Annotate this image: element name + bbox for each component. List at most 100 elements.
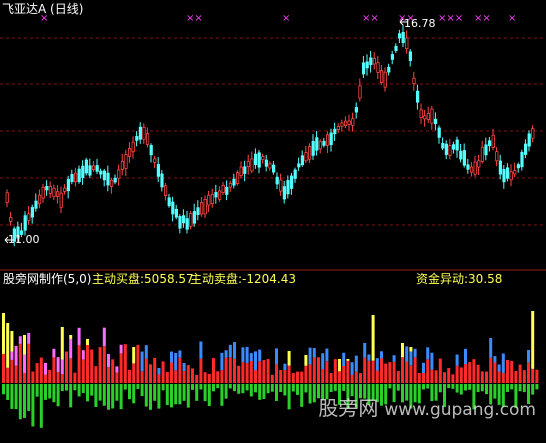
buy-bar — [283, 369, 287, 383]
candle-body — [351, 118, 355, 126]
sell-bar — [237, 384, 241, 394]
sell-bar — [300, 384, 304, 407]
candle-body — [441, 143, 445, 149]
buy-bar — [94, 366, 98, 383]
candle-body — [279, 179, 283, 192]
candle-body — [444, 143, 449, 155]
buy-bar — [6, 367, 10, 383]
sell-bar — [270, 384, 274, 392]
flow-bar — [199, 341, 203, 359]
buy-bar — [455, 365, 459, 383]
buy-bar — [39, 357, 43, 383]
candle-body — [531, 128, 535, 139]
candle-body — [336, 125, 341, 130]
buy-bar — [417, 373, 421, 383]
sell-bar — [27, 384, 31, 411]
candle-body — [145, 133, 150, 145]
sell-bar — [228, 384, 232, 389]
buy-bar — [329, 373, 333, 383]
candle-body — [110, 179, 114, 187]
candle-body — [153, 158, 157, 163]
candle-body — [379, 70, 384, 83]
buy-bar — [18, 343, 22, 383]
sell-bar — [447, 384, 451, 389]
buy-bar — [413, 357, 417, 383]
buy-bar — [338, 371, 341, 383]
candle-body — [329, 132, 333, 146]
buy-bar — [149, 364, 152, 383]
sell-bar — [90, 384, 94, 396]
candle-body — [5, 192, 9, 203]
buy-bar — [174, 370, 178, 383]
buy-bar — [317, 357, 320, 383]
sell-bar — [56, 384, 60, 407]
flow-bar — [258, 349, 262, 362]
candle-body — [149, 145, 153, 156]
buy-bar — [212, 358, 215, 383]
buy-bar — [430, 369, 434, 383]
sell-bar — [86, 384, 89, 402]
flow-bar — [178, 350, 182, 358]
buy-bar — [161, 361, 165, 383]
candle-body — [127, 147, 132, 157]
flow-bar — [119, 344, 123, 354]
buy-bar — [350, 374, 354, 383]
flow-bar — [455, 354, 459, 366]
buy-bar — [27, 343, 31, 383]
candle-body — [502, 169, 506, 183]
sell-bar — [451, 384, 455, 389]
candle-body — [282, 186, 287, 200]
candle-body — [189, 213, 193, 227]
buy-bar — [531, 368, 535, 383]
anomaly-bar — [287, 351, 291, 366]
candle-body — [365, 61, 369, 69]
sell-bar — [149, 384, 152, 410]
candle-body — [84, 159, 88, 174]
sell-bar — [98, 384, 102, 401]
sell-bar — [123, 384, 127, 390]
candle-body — [358, 85, 362, 99]
candle-body — [415, 90, 420, 103]
anomaly-bar — [346, 359, 350, 361]
flow-bar — [413, 348, 417, 358]
sell-bar — [296, 384, 299, 395]
sell-bar — [216, 384, 220, 389]
signal-mark: × — [508, 13, 516, 24]
grid-lines — [0, 37, 546, 226]
buy-bar — [81, 359, 85, 383]
candle-body — [498, 160, 503, 175]
sell-bar — [287, 384, 291, 410]
flow-bar — [81, 350, 85, 360]
sell-bar — [60, 384, 64, 392]
active-sell-value: 主动卖盘:-1204.43 — [190, 272, 296, 286]
buy-bar — [195, 374, 199, 383]
sell-bar — [518, 384, 522, 392]
sell-bar — [262, 384, 266, 400]
flow-bar — [224, 350, 228, 358]
candle-body — [318, 141, 323, 150]
sell-bar — [266, 384, 270, 394]
buy-bar — [396, 371, 400, 383]
flow-bar — [350, 362, 354, 375]
buy-bar — [522, 370, 526, 383]
candle-body — [423, 115, 427, 120]
anomaly-bar — [401, 343, 404, 358]
sell-bar — [140, 384, 144, 397]
candle-body — [430, 108, 434, 124]
flow-bar — [367, 354, 371, 361]
flow-bar — [312, 348, 316, 358]
sell-bar — [207, 384, 211, 407]
buy-bar — [388, 362, 392, 383]
candle-body — [214, 191, 218, 198]
sell-bar — [111, 384, 115, 409]
buy-bar — [157, 374, 161, 383]
candle-body — [243, 166, 247, 174]
buy-bar — [165, 371, 169, 383]
candle-body — [221, 185, 225, 193]
buy-bar — [119, 353, 123, 383]
buy-bar — [485, 371, 488, 383]
buy-bar — [380, 358, 383, 383]
buy-bar — [275, 364, 278, 383]
candle-body — [77, 168, 81, 183]
candle-body — [387, 66, 391, 73]
